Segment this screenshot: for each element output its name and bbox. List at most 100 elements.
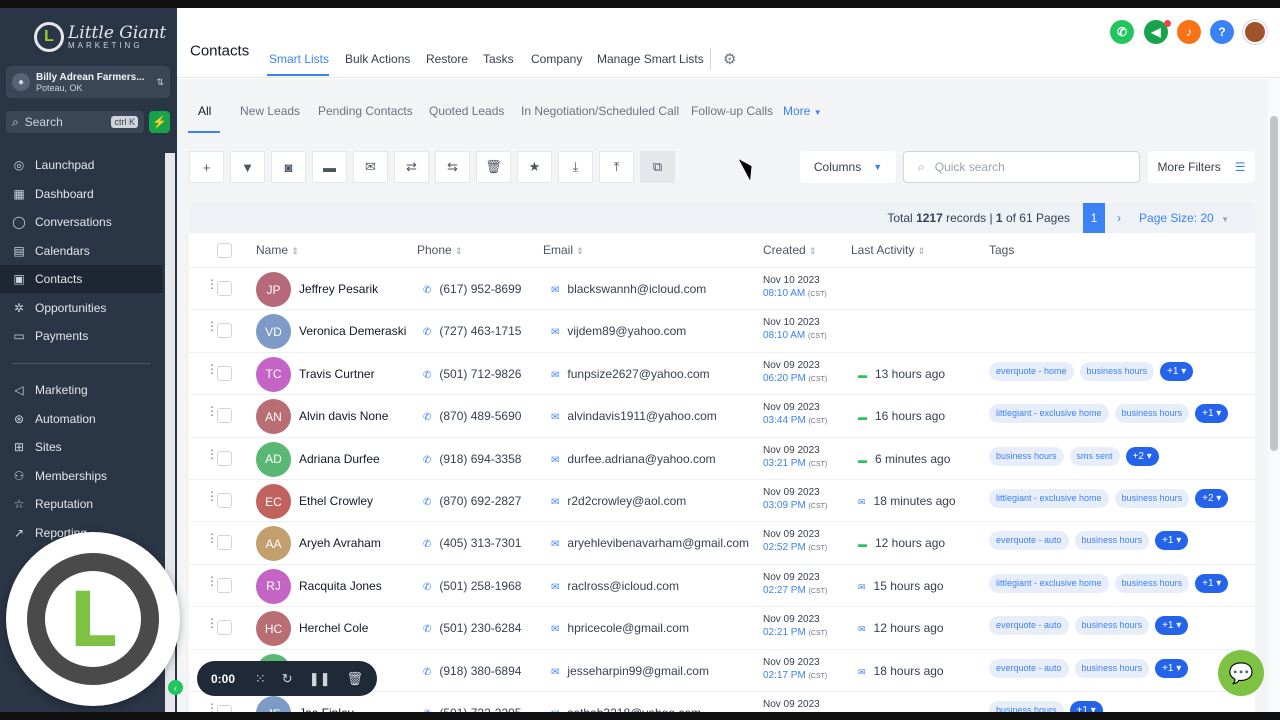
column-header-email[interactable]: Email ⇕ [543, 243, 584, 257]
select-all-checkbox[interactable] [217, 243, 232, 258]
tag-chip[interactable]: everquote - auto [989, 616, 1069, 636]
more-tags-button[interactable]: +1 ▾ [1160, 361, 1194, 381]
tag-chip[interactable]: littlegiant - exclusive home [989, 573, 1109, 593]
tag-chip[interactable]: business hours [1114, 489, 1190, 508]
table-row[interactable]: ⋮ AN Alvin davis None ✆ (870) 489-5690 ✉ alvin… [189, 394, 1255, 436]
smart-list-tab-new-leads[interactable]: New Leads [240, 104, 300, 118]
columns-dropdown[interactable]: Columns ▼ [800, 151, 896, 183]
contact-name[interactable]: Adriana Durfee [299, 452, 380, 466]
smart-list-more[interactable]: More ▼ [783, 104, 822, 118]
more-tags-button[interactable]: +1 ▾ [1155, 531, 1189, 551]
tag-chip[interactable]: sms sent [1069, 446, 1120, 466]
more-tags-button[interactable]: +1 ▾ [1155, 658, 1189, 678]
tag-chip[interactable]: littlegiant - exclusive home [989, 404, 1109, 424]
column-header-name[interactable]: Name ⇕ [256, 243, 299, 257]
smart-list-tab-all[interactable]: All [198, 104, 211, 118]
pause-icon[interactable]: ❚❚ [309, 671, 331, 687]
tab-smart-lists[interactable]: Smart Lists [269, 52, 329, 66]
contact-email[interactable]: ✉ hpricecole@gmail.com [551, 621, 689, 635]
row-menu-icon[interactable]: ⋮ [206, 363, 218, 375]
contact-phone[interactable]: ✆ (501) 712-9826 [423, 367, 521, 381]
tab-tasks[interactable]: Tasks [483, 52, 514, 66]
smart-list-tab-pending-contacts[interactable]: Pending Contacts [318, 104, 413, 118]
contact-phone[interactable]: ✆ (870) 489-5690 [423, 409, 521, 423]
merge-button[interactable]: ⧉ [640, 151, 675, 183]
more-tags-button[interactable]: +1 ▾ [1195, 404, 1229, 424]
contact-email[interactable]: ✉ funpsize2627@yahoo.com [551, 367, 710, 381]
tag-chip[interactable]: business hours [1114, 573, 1190, 593]
sidebar-item-automation[interactable]: ⊛ Automation [0, 405, 163, 433]
column-header-phone[interactable]: Phone ⇕ [417, 243, 463, 257]
contact-name[interactable]: Ethel Crowley [299, 494, 373, 508]
next-page-icon[interactable]: › [1117, 211, 1121, 225]
tag-chip[interactable]: business hours [1074, 616, 1150, 636]
contact-avatar[interactable]: JF [256, 696, 291, 712]
row-menu-icon[interactable]: ⋮ [206, 575, 218, 587]
contact-phone[interactable]: ✆ (870) 692-2827 [423, 494, 521, 508]
contact-name[interactable]: Herchel Cole [299, 621, 368, 635]
add-tag-button[interactable]: ⇄ [394, 151, 429, 183]
page-scrollbar-thumb[interactable] [1270, 116, 1278, 451]
contact-avatar[interactable]: RJ [256, 568, 291, 604]
contact-phone[interactable]: ✆ (501) 230-6284 [423, 621, 521, 635]
contact-phone[interactable]: ✆ (918) 380-6894 [423, 664, 521, 678]
tag-chip[interactable]: business hours [1079, 361, 1155, 381]
tag-chip[interactable]: business hours [1114, 404, 1190, 424]
row-checkbox[interactable] [217, 450, 232, 466]
more-tags-button[interactable]: +2 ▾ [1125, 446, 1159, 466]
contact-avatar[interactable]: HC [256, 611, 291, 647]
tag-chip[interactable]: littlegiant - exclusive home [989, 489, 1109, 508]
row-checkbox[interactable] [217, 535, 232, 551]
more-tags-button[interactable]: +1 ▾ [1195, 573, 1229, 593]
tag-chip[interactable]: everquote - auto [989, 658, 1069, 678]
contact-name[interactable]: Alvin davis None [299, 409, 388, 423]
sidebar-item-reputation[interactable]: ☆ Reputation [0, 490, 163, 518]
quick-action-bolt-icon[interactable]: ⚡ [149, 111, 170, 133]
sidebar-item-opportunities[interactable]: ✲ Opportunities [0, 294, 163, 322]
collapse-sidebar-icon[interactable]: ‹ [168, 680, 183, 695]
contact-email[interactable]: ✉ raclross@icloud.com [551, 579, 679, 593]
user-avatar[interactable] [1243, 20, 1267, 44]
send-sms-button[interactable]: ▬ [312, 151, 347, 183]
smart-list-tab-follow-up-calls[interactable]: Follow-up Calls [691, 104, 773, 118]
contact-phone[interactable]: ✆ (727) 463-1715 [423, 324, 521, 338]
contact-email[interactable]: ✉ jesseharpin99@gmail.com [551, 664, 709, 678]
contact-phone[interactable]: ✆ (501) 258-1968 [423, 579, 521, 593]
restart-icon[interactable]: ↻ [282, 671, 293, 687]
row-menu-icon[interactable]: ⋮ [206, 617, 218, 629]
sidebar-item-dashboard[interactable]: ▦ Dashboard [0, 180, 163, 208]
contact-name[interactable]: Racquita Jones [299, 579, 382, 593]
row-checkbox[interactable] [217, 323, 232, 339]
row-menu-icon[interactable]: ⋮ [206, 448, 218, 460]
contact-avatar[interactable]: AN [256, 399, 291, 435]
column-header-created[interactable]: Created ⇕ [763, 243, 817, 257]
more-tags-button[interactable]: +2 ▾ [1195, 489, 1229, 508]
bell-icon[interactable]: ♪ [1177, 20, 1201, 44]
tag-chip[interactable]: business hours [989, 701, 1064, 712]
quick-search-input[interactable]: ⌕ Quick search [903, 151, 1140, 183]
sidebar-item-sites[interactable]: ⊞ Sites [0, 433, 163, 461]
row-menu-icon[interactable]: ⋮ [206, 320, 218, 332]
phone-icon[interactable]: ✆ [1110, 20, 1134, 44]
chat-widget-icon[interactable]: 💬 [1218, 650, 1264, 696]
app-logo[interactable]: L Little Giant MARKETING [34, 22, 166, 52]
table-row[interactable]: ⋮ VD Veronica Demeraski ✆ (727) 463-1715 ✉ vij… [189, 309, 1255, 351]
row-menu-icon[interactable]: ⋮ [206, 278, 218, 290]
row-checkbox[interactable] [217, 620, 232, 636]
row-checkbox[interactable] [217, 705, 232, 712]
account-switcher[interactable]: ● Billy Adrean Farmers... Poteau, OK ⇅ [6, 66, 170, 98]
tab-restore[interactable]: Restore [426, 52, 468, 66]
sidebar-item-memberships[interactable]: ⚇ Memberships [0, 462, 163, 490]
contact-name[interactable]: Veronica Demeraski [299, 324, 406, 338]
more-tags-button[interactable]: +1 ▾ [1155, 616, 1189, 636]
contact-phone[interactable]: ✆ (617) 952-8699 [423, 282, 521, 296]
contact-email[interactable]: ✉ aryehlevibenavarham@gmail.com [551, 536, 749, 550]
send-email-button[interactable]: ✉ [353, 151, 388, 183]
import-button[interactable]: ⤒ [599, 151, 634, 183]
help-icon[interactable]: ? [1210, 20, 1234, 44]
row-checkbox[interactable] [217, 408, 232, 424]
contact-avatar[interactable]: EC [256, 484, 291, 519]
tab-manage-smart-lists[interactable]: Manage Smart Lists [597, 52, 704, 66]
row-checkbox[interactable] [217, 493, 232, 508]
add-contact-button[interactable]: + [189, 151, 224, 183]
